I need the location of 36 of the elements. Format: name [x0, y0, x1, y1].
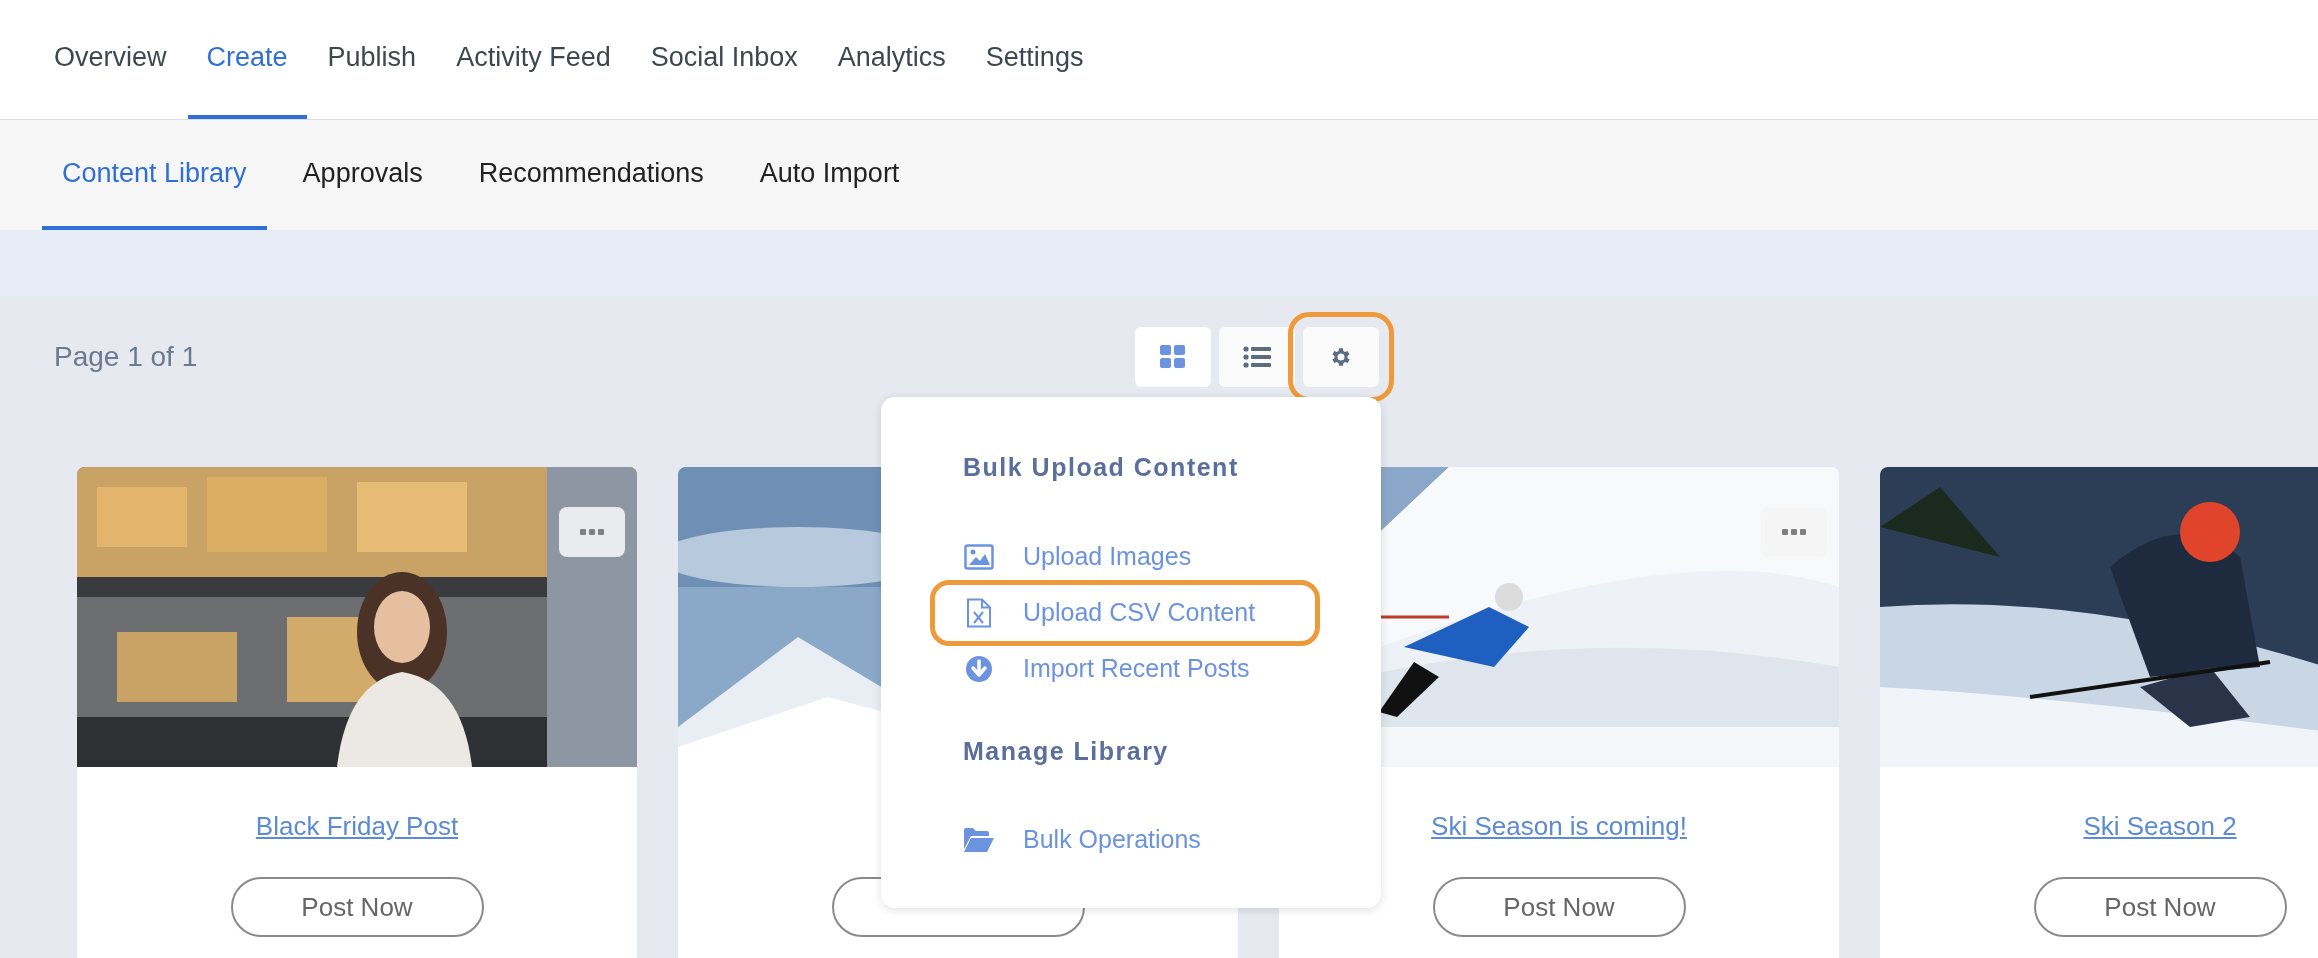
sub-tab[interactable]: Recommendations: [458, 120, 724, 230]
post-title-link[interactable]: Ski Season 2: [2083, 807, 2237, 846]
post-now-button[interactable]: [831, 877, 1085, 937]
nav-tab[interactable]: Analytics: [818, 0, 965, 119]
sub-tab[interactable]: Auto Import: [739, 120, 920, 230]
menu-item[interactable]: Import Recent Posts: [935, 640, 1315, 697]
more-icon: [580, 529, 604, 535]
nav-tab[interactable]: Publish: [308, 0, 436, 119]
menu-heading: Bulk Upload Content: [963, 452, 1240, 483]
more-options-button[interactable]: [559, 507, 625, 557]
view-toggle-button[interactable]: [1135, 327, 1211, 387]
spreadsheet-file-icon: [966, 597, 992, 628]
post-title-link[interactable]: Black Friday Post: [255, 807, 459, 846]
folder-icon: [963, 827, 995, 853]
more-options-button[interactable]: [1761, 507, 1827, 557]
view-toggle-button[interactable]: [1303, 327, 1379, 387]
nav-tab[interactable]: Overview: [35, 0, 186, 119]
menu-heading: Manage Library: [963, 735, 1170, 767]
menu-item[interactable]: Bulk Operations: [935, 812, 1315, 868]
grid-icon: [1160, 345, 1186, 369]
post-title-link[interactable]: Ski Season is coming!: [1431, 807, 1687, 846]
post-now-button[interactable]: Post Now: [2033, 877, 2287, 937]
sub-tab[interactable]: Approvals: [282, 120, 443, 230]
page-indicator: Page 1 of 1: [54, 340, 199, 374]
more-icon: [1782, 529, 1806, 535]
list-icon: [1243, 346, 1271, 368]
image-icon: [964, 543, 994, 570]
post-now-button[interactable]: Post Now: [230, 877, 484, 937]
nav-tab[interactable]: Social Inbox: [631, 0, 817, 119]
menu-item[interactable]: Upload Images: [935, 528, 1315, 585]
menu-item[interactable]: Upload CSV Content: [935, 584, 1315, 641]
post-now-button[interactable]: Post Now: [1432, 877, 1686, 937]
nav-tab[interactable]: Activity Feed: [437, 0, 630, 119]
download-icon: [965, 654, 993, 683]
view-toggle-button[interactable]: [1219, 327, 1295, 387]
nav-tab[interactable]: Settings: [966, 0, 1103, 119]
